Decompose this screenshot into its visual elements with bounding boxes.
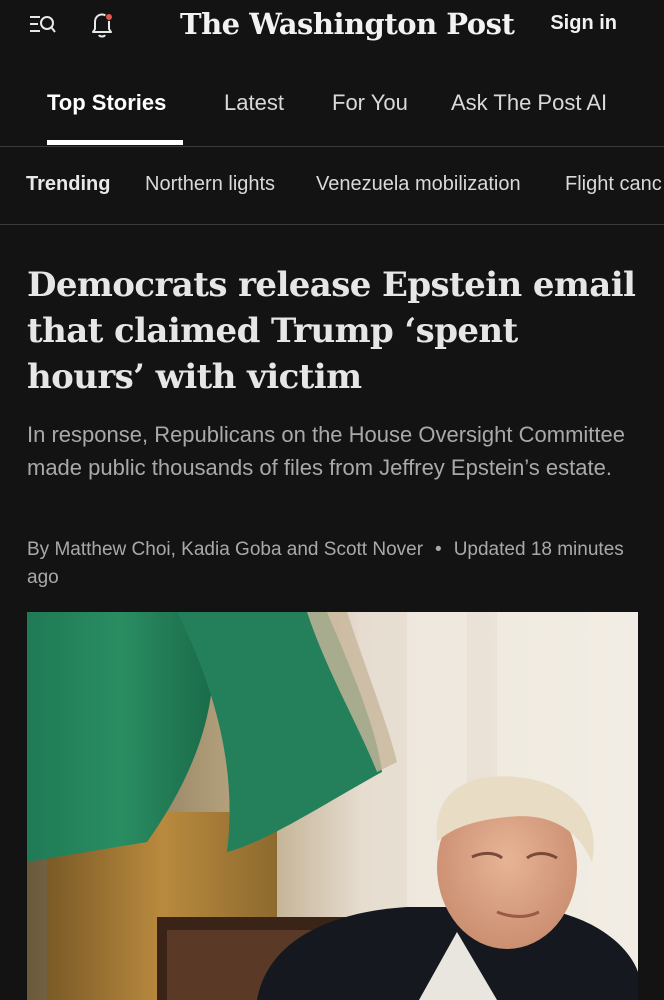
notification-dot	[105, 13, 113, 21]
article-byline: By Matthew Choi, Kadia Goba and Scott No…	[27, 536, 639, 592]
tab-ask-the-post-ai[interactable]: Ask The Post AI	[451, 90, 607, 116]
bell-icon[interactable]	[88, 10, 116, 40]
trending-item-venezuela-mobilization[interactable]: Venezuela mobilization	[316, 173, 521, 196]
menu-search-icon[interactable]	[28, 12, 58, 38]
article-headline[interactable]: Democrats release Epstein email that cla…	[27, 262, 639, 400]
divider	[0, 146, 664, 147]
sign-in-button[interactable]: Sign in	[550, 12, 617, 35]
divider	[0, 224, 664, 225]
trending-item-flight[interactable]: Flight canc	[565, 173, 662, 196]
trending-item-northern-lights[interactable]: Northern lights	[145, 173, 275, 196]
top-bar: The Washington Post Sign in	[0, 0, 664, 52]
article-hero-image[interactable]	[27, 612, 638, 1000]
byline-authors[interactable]: By Matthew Choi, Kadia Goba and Scott No…	[27, 539, 423, 560]
separator-dot: •	[435, 539, 442, 560]
masthead-logo[interactable]: The Washington Post	[180, 2, 515, 46]
tab-for-you[interactable]: For You	[332, 90, 408, 116]
hero-photo	[27, 612, 638, 1000]
active-tab-indicator	[47, 140, 183, 145]
article-summary: In response, Republicans on the House Ov…	[27, 422, 625, 480]
tab-top-stories[interactable]: Top Stories	[47, 90, 166, 116]
trending-bar[interactable]: Trending Northern lights Venezuela mobil…	[0, 148, 664, 224]
tab-latest[interactable]: Latest	[224, 90, 284, 116]
trending-label: Trending	[26, 173, 111, 195]
section-tabs: Top Stories Latest For You Ask The Post …	[0, 70, 664, 146]
